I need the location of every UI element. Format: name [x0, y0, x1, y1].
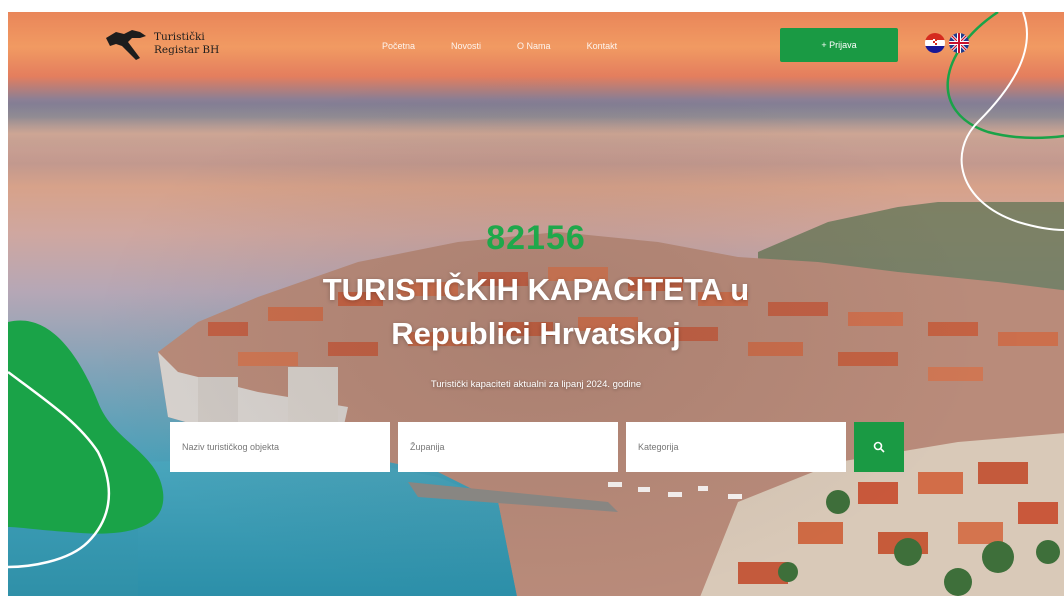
search-button[interactable]: [854, 422, 904, 472]
object-name-input[interactable]: [170, 422, 390, 472]
hero-title-line-1: TURISTIČKIH KAPACITETA u: [322, 272, 750, 307]
search-bar: [170, 422, 904, 472]
capacity-counter: 82156: [486, 219, 586, 257]
croatia-map-logo-icon: [106, 30, 146, 60]
logo-line-2: Registar BH: [154, 44, 220, 56]
category-input[interactable]: [626, 422, 846, 472]
hero-title-line-2: Republici Hrvatskoj: [391, 316, 681, 351]
hero-title: TURISTIČKIH KAPACITETA u Republici Hrvat…: [8, 268, 1064, 356]
logo-text: Turistički Registar BH: [154, 31, 219, 57]
login-button-label: + Prijava: [821, 40, 857, 50]
nav-home[interactable]: Početna: [382, 41, 415, 51]
logo-line-1: Turistički: [154, 31, 205, 43]
main-navigation: Početna Novosti O Nama Kontakt: [382, 41, 653, 51]
search-icon: [873, 441, 885, 453]
nav-about[interactable]: O Nama: [517, 41, 551, 51]
nav-contact[interactable]: Kontakt: [587, 41, 618, 51]
nav-news[interactable]: Novosti: [451, 41, 481, 51]
croatian-flag-icon[interactable]: [925, 33, 945, 53]
site-logo[interactable]: Turistički Registar BH: [104, 24, 219, 64]
hero-subtitle: Turistički kapaciteti aktualni za lipanj…: [430, 379, 642, 390]
login-button[interactable]: + Prijava: [780, 28, 898, 62]
english-flag-icon[interactable]: [949, 33, 969, 53]
hero-section: Turistički Registar BH Početna Novosti O…: [8, 12, 1064, 596]
county-input[interactable]: [398, 422, 618, 472]
language-switcher: [925, 33, 969, 53]
